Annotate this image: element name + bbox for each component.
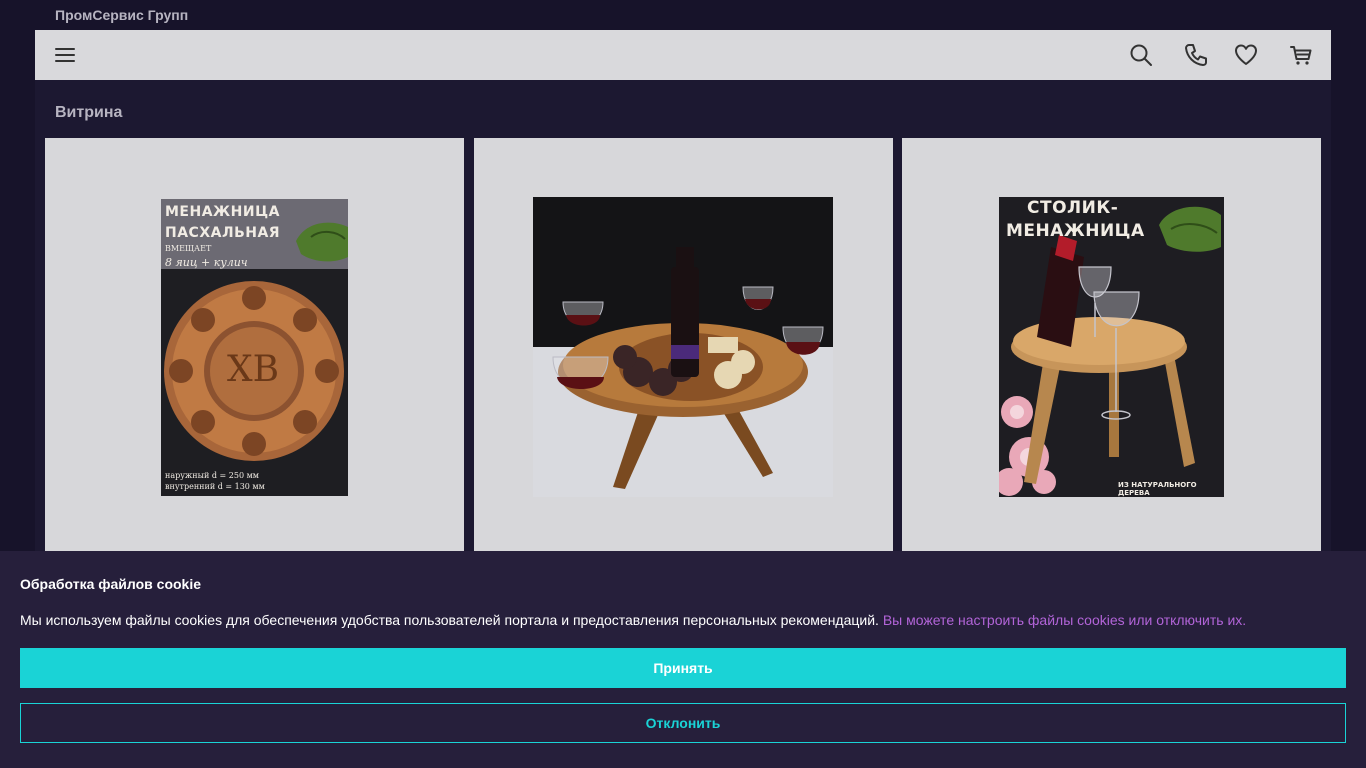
- cookie-text: Мы используем файлы cookies для обеспече…: [20, 612, 1350, 628]
- poster-capacity-label: ВМЕЩАЕТ: [165, 244, 212, 253]
- company-bar: ПромСервис Групп: [35, 0, 1331, 30]
- product-card[interactable]: СТОЛИК- МЕНАЖНИЦА ИЗ НАТУРАЛЬНОГО ДЕРЕВА: [902, 138, 1321, 558]
- heart-icon[interactable]: [1233, 42, 1259, 68]
- search-icon[interactable]: [1128, 42, 1154, 68]
- product-image-wine-table[interactable]: [533, 197, 833, 497]
- cookie-settings-link[interactable]: Вы можете настроить файлы cookies или от…: [883, 612, 1246, 628]
- product-card[interactable]: МЕНАЖНИЦА ПАСХАЛЬНАЯ ВМЕЩАЕТ 8 яиц + кул…: [45, 138, 464, 558]
- navbar: [35, 30, 1331, 80]
- section-title: Витрина: [55, 104, 123, 121]
- poster-title-line2: МЕНАЖНИЦА: [1006, 221, 1145, 241]
- cookie-description: Мы используем файлы cookies для обеспече…: [20, 612, 879, 628]
- cookie-banner: Обработка файлов cookie Мы используем фа…: [0, 551, 1366, 768]
- poster-footer: ИЗ НАТУРАЛЬНОГО ДЕРЕВА: [1118, 481, 1197, 497]
- poster-title-line2: ПАСХАЛЬНАЯ: [165, 225, 281, 241]
- cookie-title: Обработка файлов cookie: [20, 576, 202, 592]
- company-name[interactable]: ПромСервис Групп: [55, 7, 188, 23]
- poster-inner-diameter: внутренний d = 130 мм: [165, 482, 265, 491]
- product-image-stolik-menazhnitsa[interactable]: СТОЛИК- МЕНАЖНИЦА ИЗ НАТУРАЛЬНОГО ДЕРЕВА: [999, 197, 1224, 497]
- product-card[interactable]: [474, 138, 893, 558]
- poster-title-line1: СТОЛИК-: [1027, 198, 1119, 218]
- poster-title-line1: МЕНАЖНИЦА: [165, 204, 280, 220]
- product-image-easter-menazhnitsa[interactable]: МЕНАЖНИЦА ПАСХАЛЬНАЯ ВМЕЩАЕТ 8 яиц + кул…: [161, 199, 348, 496]
- menu-icon[interactable]: [52, 42, 78, 68]
- phone-icon[interactable]: [1183, 42, 1209, 68]
- accept-cookies-button[interactable]: Принять: [20, 648, 1346, 688]
- poster-outer-diameter: наружный d = 250 мм: [165, 471, 260, 480]
- poster-capacity-value: 8 яиц + кулич: [165, 256, 248, 269]
- reject-cookies-button[interactable]: Отклонить: [20, 703, 1346, 743]
- cart-icon[interactable]: [1288, 42, 1314, 68]
- poster-center-mark: ХВ: [227, 349, 280, 390]
